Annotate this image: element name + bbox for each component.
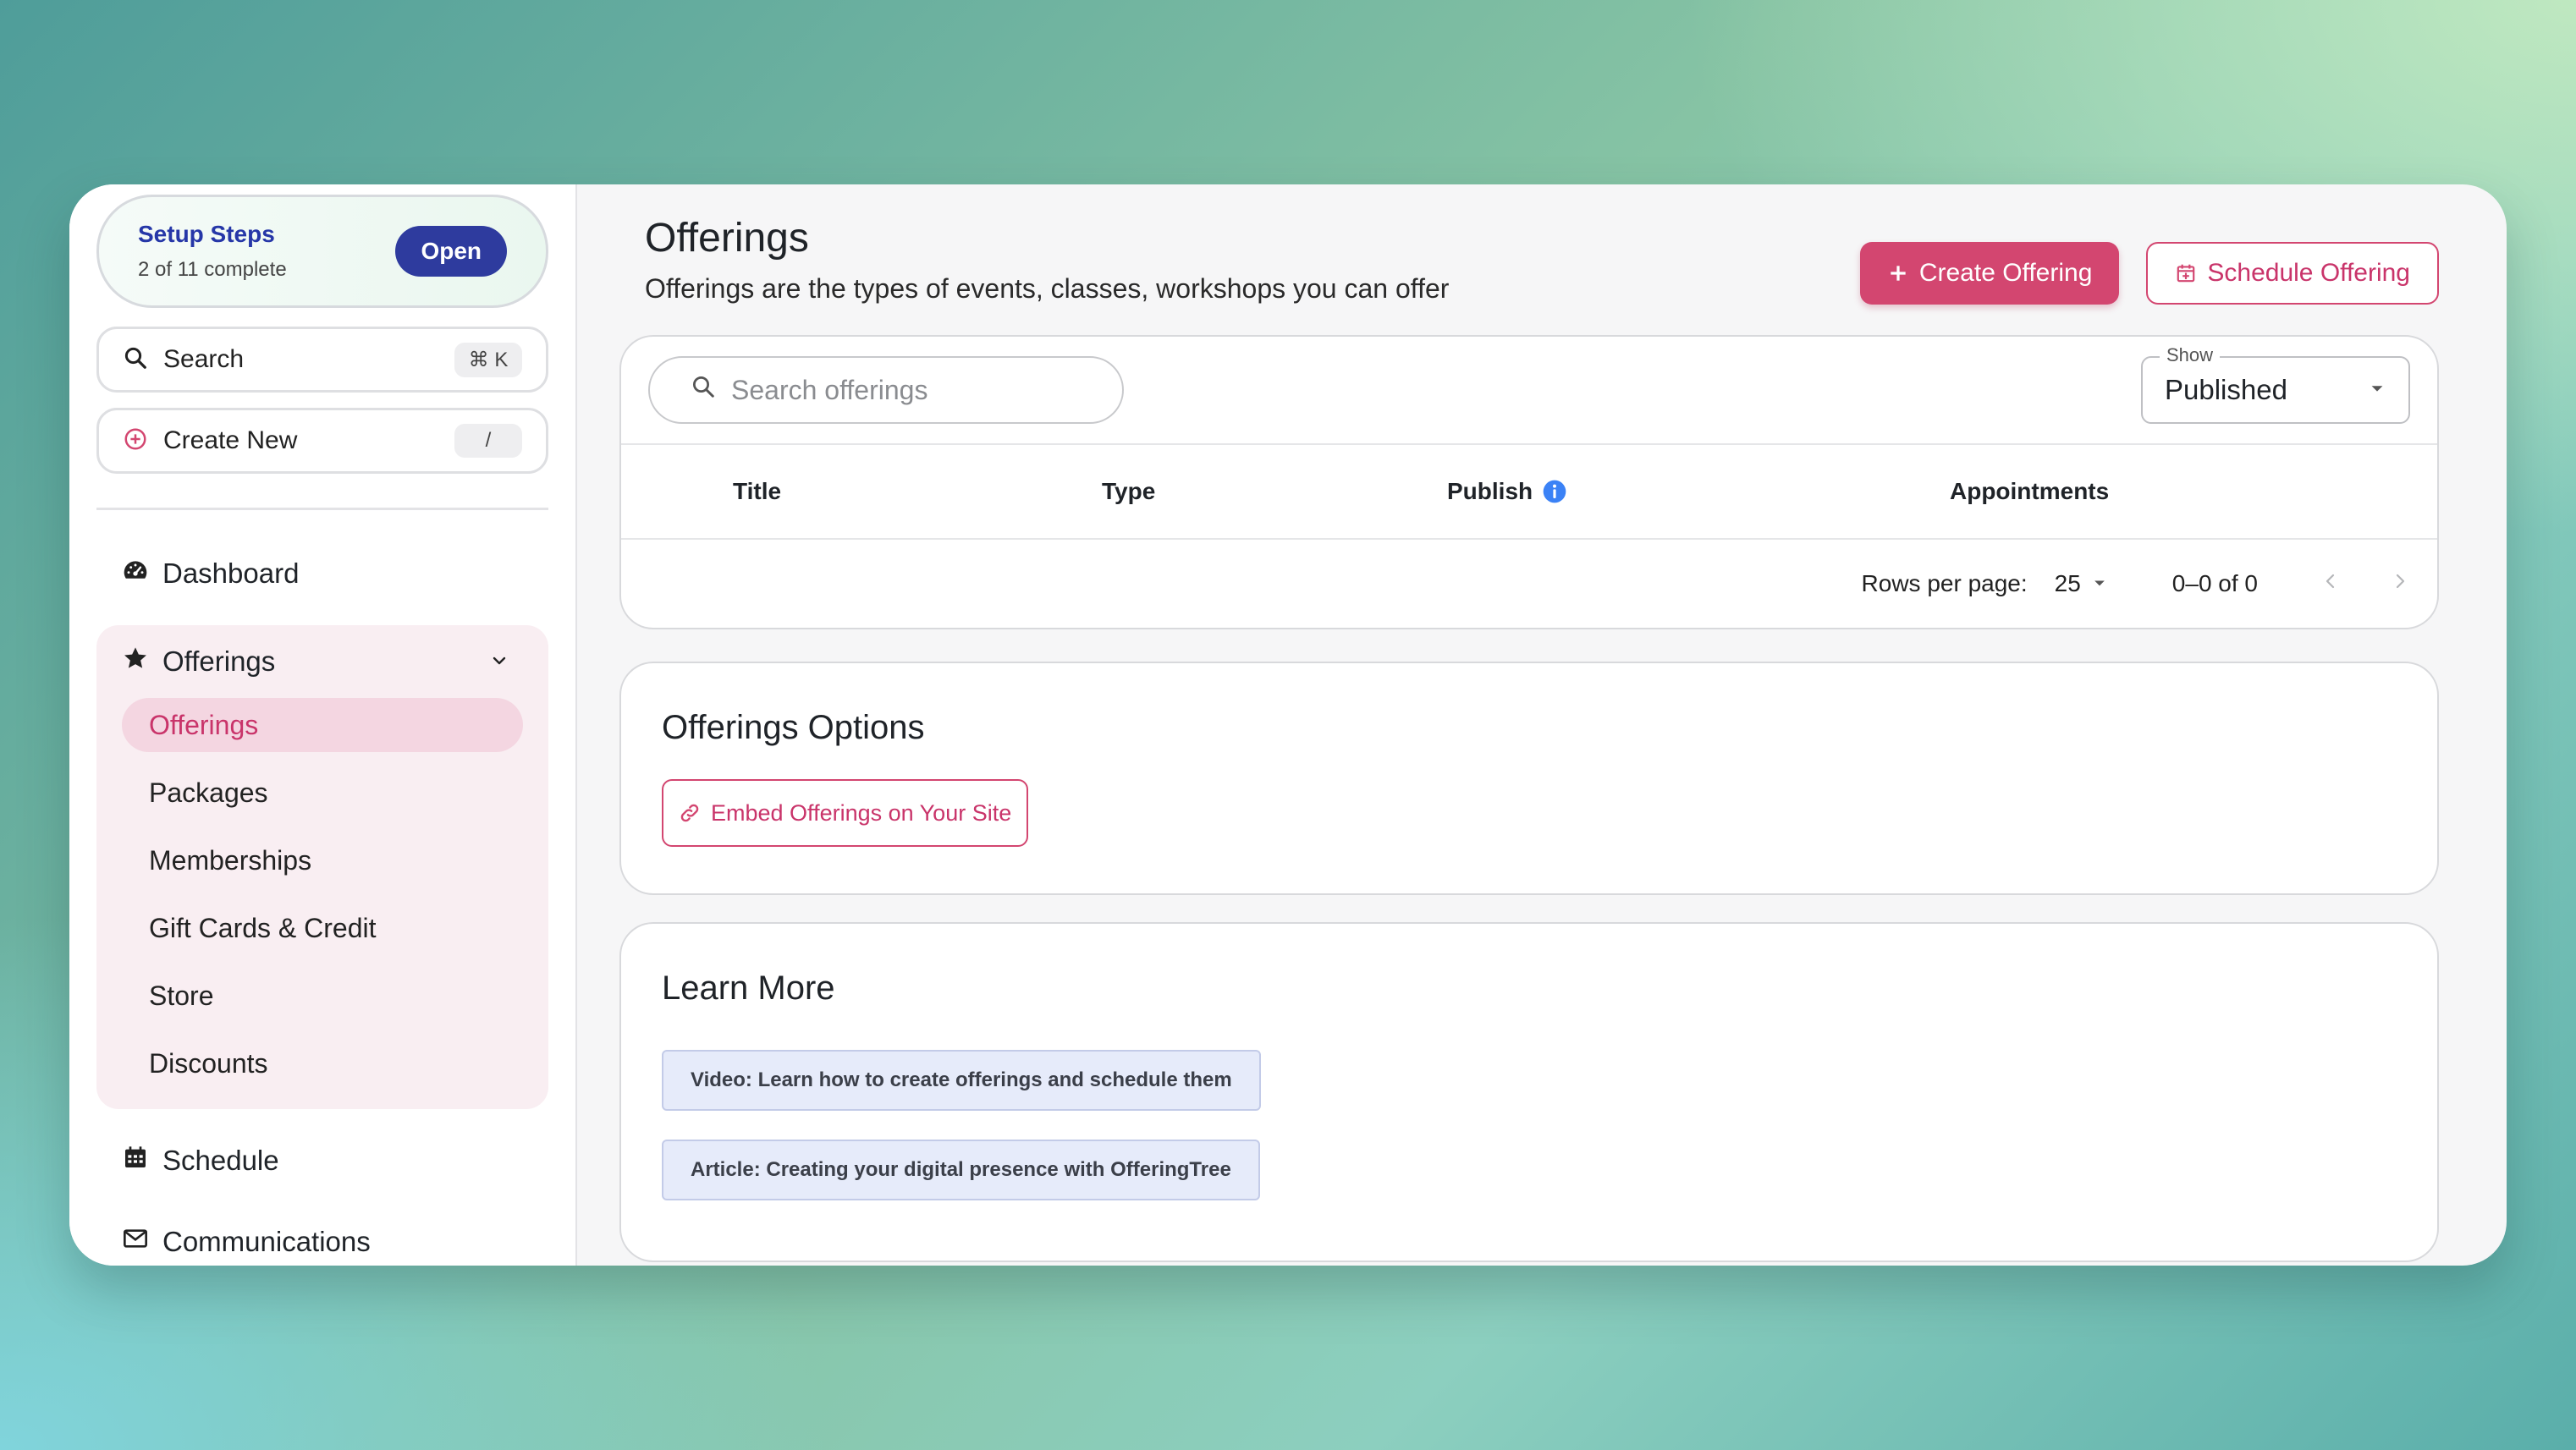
- sidebar-item-communications-label: Communications: [162, 1226, 371, 1257]
- show-filter-select[interactable]: Show Published: [2141, 344, 2410, 424]
- offerings-search-input[interactable]: Search offerings: [648, 356, 1124, 424]
- link-icon: [679, 802, 701, 824]
- sidebar-group-offerings-title: Offerings: [122, 645, 275, 678]
- sidebar-search[interactable]: Search ⌘ K: [96, 327, 548, 393]
- column-header-title[interactable]: Title: [733, 478, 1102, 505]
- dashboard-gauge-icon: [122, 557, 162, 590]
- envelope-icon: [122, 1225, 162, 1259]
- sidebar-item-schedule[interactable]: Schedule: [96, 1131, 548, 1190]
- plus-icon: [1887, 262, 1909, 284]
- sidebar-item-dashboard[interactable]: Dashboard: [96, 544, 548, 603]
- sidebar-item-discounts[interactable]: Discounts: [122, 1036, 523, 1090]
- sidebar-item-offerings[interactable]: Offerings: [122, 698, 523, 752]
- plus-circle-icon: [123, 426, 148, 456]
- schedule-offering-button[interactable]: Schedule Offering: [2146, 242, 2439, 305]
- offerings-search-placeholder: Search offerings: [731, 374, 928, 405]
- page-heading: Offerings Offerings are the types of eve…: [619, 215, 1449, 305]
- rows-per-page-label: Rows per page:: [1861, 570, 2028, 596]
- app-window: Setup Steps 2 of 11 complete Open Search…: [69, 184, 2507, 1266]
- column-header-publish[interactable]: Publish: [1447, 478, 1950, 505]
- sidebar-divider: [96, 508, 548, 510]
- learn-more-card: Learn More Video: Learn how to create of…: [619, 922, 2439, 1262]
- show-filter-value: Published: [2165, 374, 2287, 405]
- table-header: Title Type Publish Appointments: [621, 445, 2437, 540]
- offerings-table-card: Search offerings Show Published Title Ty…: [619, 335, 2439, 629]
- create-new-shortcut-badge: /: [454, 424, 522, 458]
- sidebar-create-new[interactable]: Create New /: [96, 408, 548, 474]
- pagination-range: 0–0 of 0: [2171, 570, 2258, 596]
- info-icon[interactable]: [1541, 478, 1568, 505]
- caret-down-icon: [2368, 379, 2386, 402]
- page-subtitle: Offerings are the types of events, class…: [645, 273, 1450, 304]
- rows-per-page-select[interactable]: 25: [2055, 570, 2108, 597]
- setup-steps-text: Setup Steps 2 of 11 complete: [138, 221, 287, 282]
- chevron-left-icon[interactable]: [2320, 570, 2341, 597]
- show-filter-legend: Show: [2160, 344, 2221, 366]
- chevron-right-icon[interactable]: [2390, 570, 2410, 597]
- setup-steps-progress: 2 of 11 complete: [138, 258, 287, 281]
- page-title: Offerings: [645, 216, 809, 261]
- sidebar-group-offerings: Offerings Offerings Packages Memberships…: [96, 625, 548, 1109]
- sidebar-item-communications[interactable]: Communications: [96, 1212, 548, 1266]
- offerings-options-title: Offerings Options: [662, 709, 925, 746]
- column-header-publish-label: Publish: [1447, 478, 1533, 504]
- main-content: Offerings Offerings are the types of eve…: [577, 184, 2507, 1266]
- caret-down-icon: [2091, 570, 2108, 597]
- sidebar-item-memberships[interactable]: Memberships: [122, 833, 523, 887]
- embed-offerings-label: Embed Offerings on Your Site: [711, 799, 1012, 826]
- sidebar-group-offerings-label: Offerings: [162, 645, 276, 677]
- calendar-icon: [122, 1144, 162, 1178]
- page-header: Offerings Offerings are the types of eve…: [619, 215, 2439, 305]
- search-icon: [123, 345, 148, 375]
- sidebar-item-store[interactable]: Store: [122, 969, 523, 1023]
- sidebar-group-offerings-header[interactable]: Offerings: [122, 632, 523, 691]
- sidebar-search-label: Search: [163, 345, 245, 373]
- column-header-appointments[interactable]: Appointments: [1950, 478, 2109, 505]
- chevron-down-icon[interactable]: [489, 645, 523, 678]
- learn-more-title: Learn More: [662, 969, 835, 1007]
- create-new-label: Create New: [163, 426, 298, 454]
- setup-open-button[interactable]: Open: [395, 226, 507, 277]
- sidebar: Setup Steps 2 of 11 complete Open Search…: [69, 184, 577, 1266]
- search-icon: [691, 374, 716, 406]
- learn-more-video-link[interactable]: Video: Learn how to create offerings and…: [662, 1050, 1261, 1111]
- star-icon: [122, 645, 162, 678]
- search-shortcut-badge: ⌘ K: [454, 342, 522, 377]
- sidebar-item-dashboard-label: Dashboard: [162, 557, 300, 589]
- setup-steps-card[interactable]: Setup Steps 2 of 11 complete Open: [96, 195, 548, 308]
- pagination-nav: [2320, 570, 2410, 597]
- sidebar-item-schedule-label: Schedule: [162, 1145, 279, 1176]
- sidebar-item-packages[interactable]: Packages: [122, 766, 523, 820]
- create-offering-button[interactable]: Create Offering: [1859, 242, 2120, 305]
- rows-per-page-value: 25: [2054, 570, 2081, 596]
- learn-more-links: Video: Learn how to create offerings and…: [662, 1050, 2397, 1200]
- calendar-plus-icon: [2175, 262, 2197, 284]
- table-toolbar: Search offerings Show Published: [621, 337, 2437, 445]
- setup-steps-title: Setup Steps: [138, 221, 275, 247]
- embed-offerings-button[interactable]: Embed Offerings on Your Site: [662, 779, 1029, 847]
- offerings-options-card: Offerings Options Embed Offerings on You…: [619, 662, 2439, 895]
- table-pagination: Rows per page: 25 0–0 of 0: [621, 540, 2437, 628]
- learn-more-article-link[interactable]: Article: Creating your digital presence …: [662, 1140, 1260, 1200]
- create-offering-label: Create Offering: [1918, 259, 2093, 287]
- sidebar-item-gift-cards[interactable]: Gift Cards & Credit: [122, 901, 523, 955]
- column-header-type[interactable]: Type: [1102, 478, 1447, 505]
- schedule-offering-label: Schedule Offering: [2207, 259, 2410, 287]
- header-actions: Create Offering Schedule Offering: [1859, 242, 2439, 305]
